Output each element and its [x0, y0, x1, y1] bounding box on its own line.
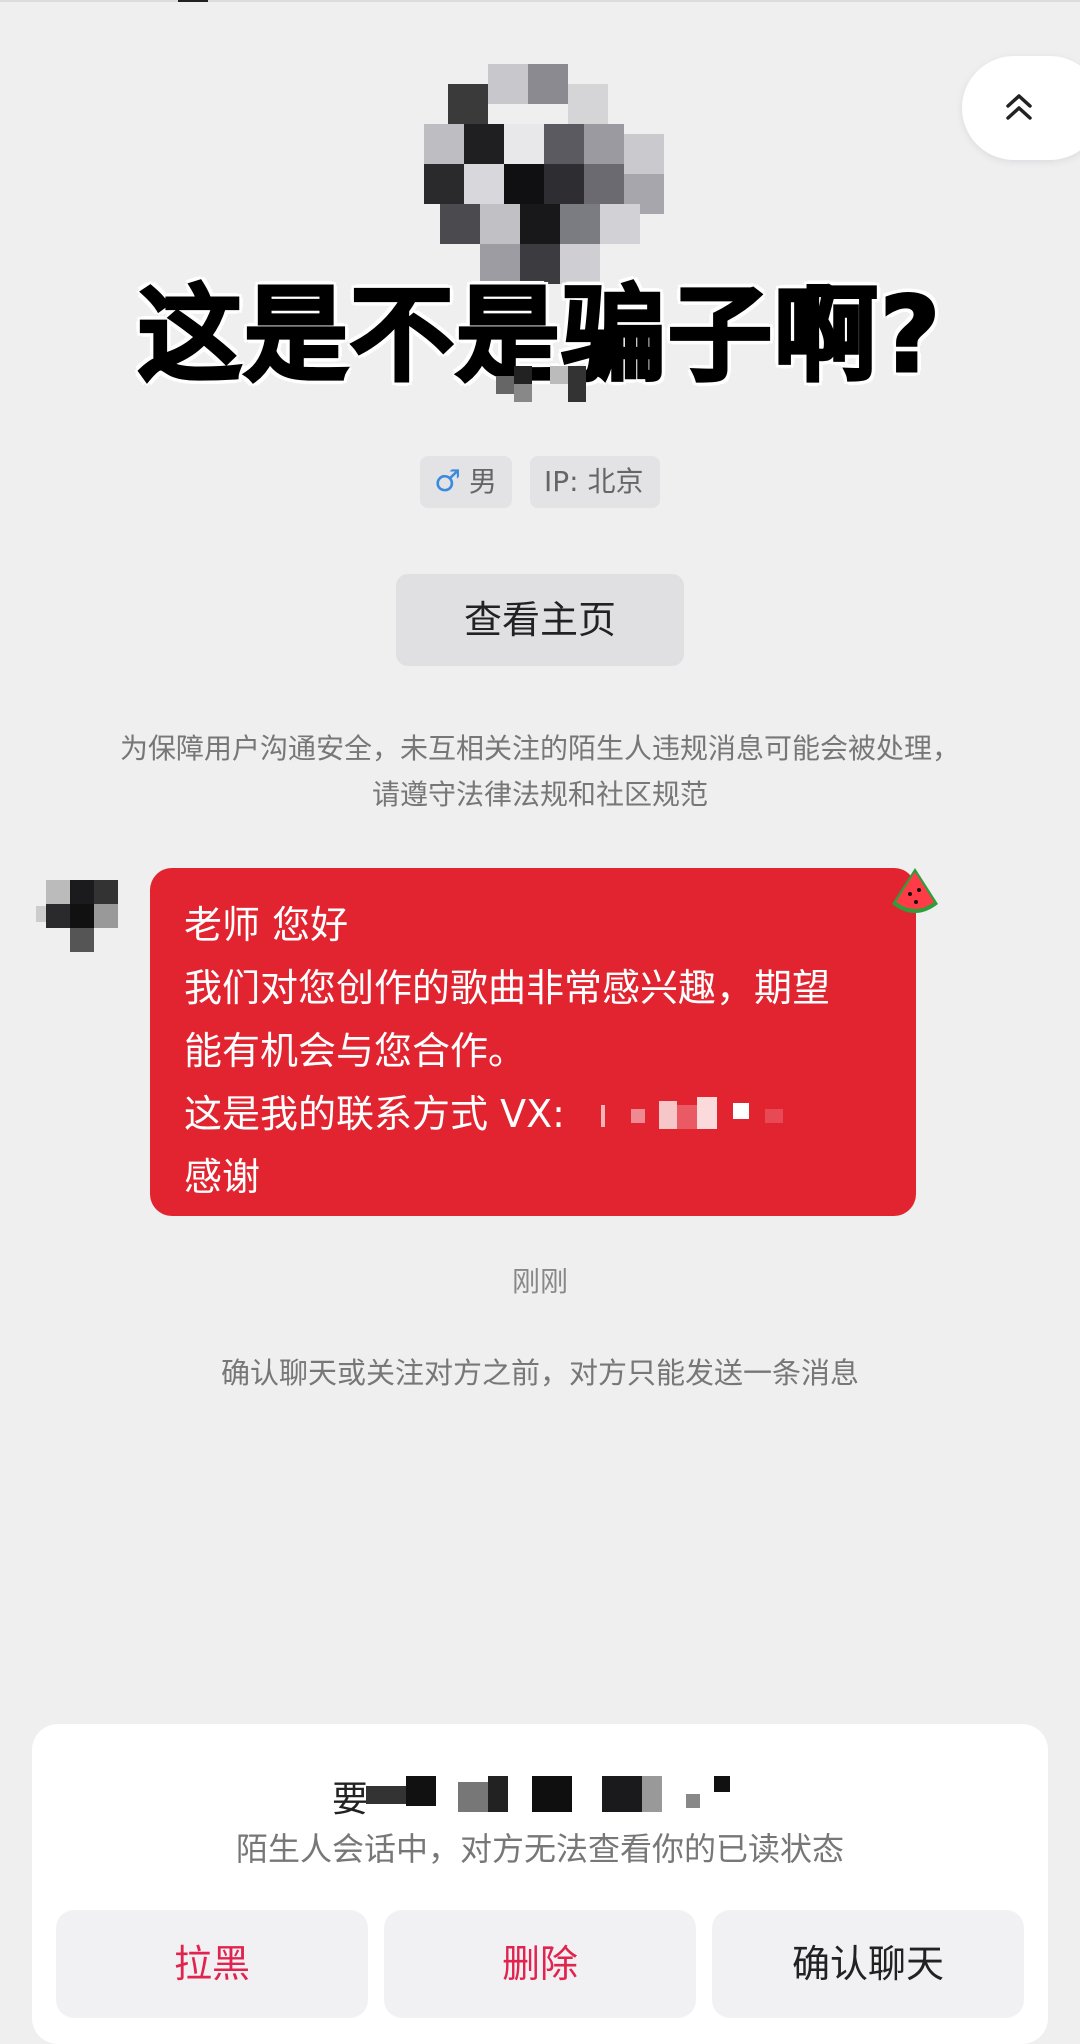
message-line: 我们对您创作的歌曲非常感兴趣，期望	[184, 966, 831, 1010]
sender-avatar[interactable]	[36, 866, 128, 962]
profile-name-censored	[496, 366, 608, 402]
sheet-title-censored	[332, 1776, 772, 1814]
message-line: 这是我的联系方式 VX:	[184, 1092, 565, 1136]
gender-label: 男	[468, 465, 497, 498]
message-line: 感谢	[184, 1155, 261, 1199]
message-bubble[interactable]: 老师 您好 我们对您创作的歌曲非常感兴趣，期望 能有机会与您合作。 这是我的联系…	[150, 868, 916, 1216]
message-line: 能有机会与您合作。	[184, 1029, 527, 1073]
message-timestamp: 刚刚	[511, 1265, 568, 1298]
chevron-double-up-icon	[1006, 94, 1032, 120]
delete-button[interactable]: 删除	[384, 1910, 696, 2018]
message-line: 老师 您好	[184, 903, 349, 947]
confirm-chat-button[interactable]: 确认聊天	[712, 1910, 1024, 2018]
status-divider	[0, 0, 1080, 2]
view-homepage-button[interactable]: 查看主页	[396, 574, 684, 666]
ip-tag: IP: 北京	[530, 456, 660, 508]
message-limit-note: 确认聊天或关注对方之前，对方只能发送一条消息	[220, 1356, 859, 1390]
block-button[interactable]: 拉黑	[56, 1910, 368, 2018]
sheet-subtitle: 陌生人会话中，对方无法查看你的已读状态	[235, 1830, 844, 1868]
status-mark	[178, 0, 208, 2]
male-icon: ♂	[434, 464, 461, 499]
watermelon-sticker-icon	[892, 868, 938, 913]
contact-id-censored	[577, 1096, 837, 1137]
safety-notice: 为保障用户沟通安全，未互相关注的陌生人违规消息可能会被处理，请遵守法律法规和社区…	[120, 732, 961, 811]
gender-tag: ♂ 男	[420, 456, 512, 508]
scroll-top-button[interactable]	[962, 56, 1080, 160]
